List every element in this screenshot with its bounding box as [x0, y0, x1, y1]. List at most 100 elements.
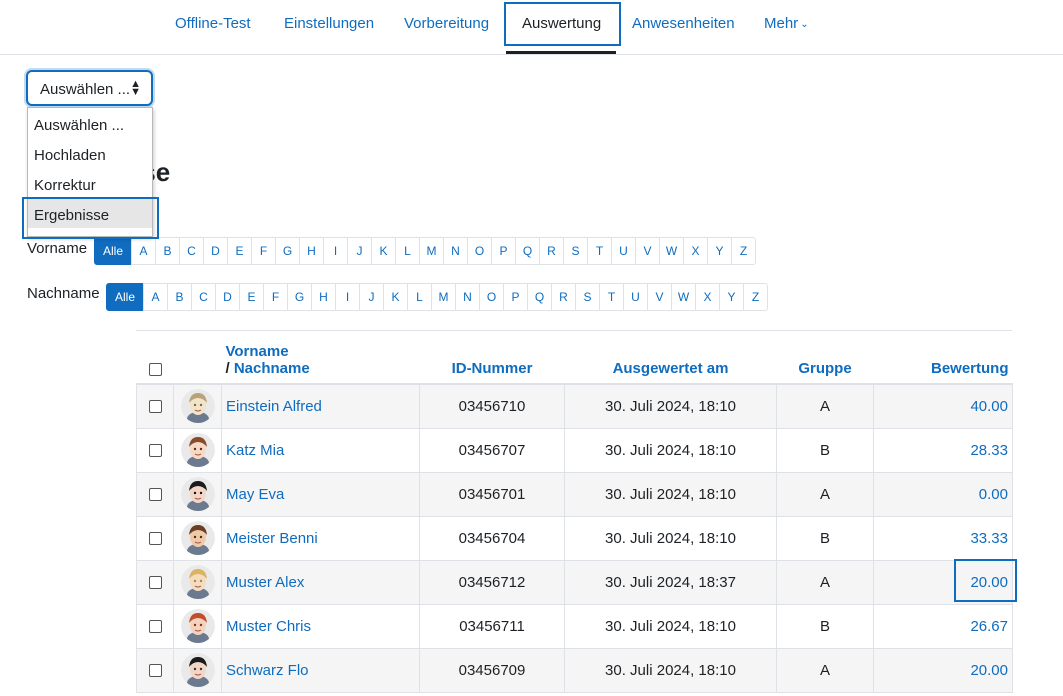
firstname-filter-a[interactable]: A — [131, 237, 156, 265]
firstname-filter-c[interactable]: C — [179, 237, 204, 265]
student-name-link[interactable]: Einstein Alfred — [221, 383, 420, 429]
lastname-filter-c[interactable]: C — [191, 283, 216, 311]
header-group[interactable]: Gruppe — [776, 331, 874, 385]
grade-link[interactable]: 20.00 — [873, 559, 1013, 605]
firstname-filter-b[interactable]: B — [155, 237, 180, 265]
lastname-filter-e[interactable]: E — [239, 283, 264, 311]
action-select[interactable]: Auswählen ... ▲ ▼ — [26, 70, 153, 106]
firstname-filter-y[interactable]: Y — [707, 237, 732, 265]
option-korrektur[interactable]: Korrektur — [28, 168, 152, 198]
lastname-filter-f[interactable]: F — [263, 283, 288, 311]
lastname-filter-o[interactable]: O — [479, 283, 504, 311]
row-checkbox[interactable] — [148, 664, 162, 678]
student-name-link[interactable]: May Eva — [221, 471, 420, 517]
firstname-filter-w[interactable]: W — [659, 237, 684, 265]
lastname-filter-x[interactable]: X — [695, 283, 720, 311]
sort-idnumber-link[interactable]: ID-Nummer — [452, 360, 533, 377]
avatar[interactable] — [180, 389, 215, 424]
select-all-checkbox[interactable] — [148, 362, 162, 376]
student-name-link[interactable]: Muster Chris — [221, 603, 420, 649]
sort-group-link[interactable]: Gruppe — [798, 360, 851, 377]
lastname-filter-j[interactable]: J — [359, 283, 384, 311]
avatar[interactable] — [180, 565, 215, 599]
firstname-filter-q[interactable]: Q — [515, 237, 540, 265]
lastname-filter-m[interactable]: M — [431, 283, 456, 311]
student-name-link[interactable]: Schwarz Flo — [221, 647, 420, 693]
lastname-filter-y[interactable]: Y — [719, 283, 744, 311]
option-auswaehlen[interactable]: Auswählen ... — [28, 108, 152, 138]
firstname-filter-o[interactable]: O — [467, 237, 492, 265]
firstname-filter-k[interactable]: K — [371, 237, 396, 265]
sort-lastname-link[interactable]: Nachname — [234, 360, 310, 377]
firstname-filter-l[interactable]: L — [395, 237, 420, 265]
firstname-filter-z[interactable]: Z — [731, 237, 756, 265]
grade-link[interactable]: 20.00 — [873, 647, 1013, 693]
row-checkbox[interactable] — [148, 620, 162, 634]
grade-link[interactable]: 26.67 — [873, 603, 1013, 649]
lastname-filter-t[interactable]: T — [599, 283, 624, 311]
lastname-filter-a[interactable]: A — [143, 283, 168, 311]
tab-einstellungen[interactable]: Einstellungen — [284, 15, 374, 32]
firstname-filter-j[interactable]: J — [347, 237, 372, 265]
grade-link[interactable]: 28.33 — [873, 427, 1013, 473]
firstname-filter-s[interactable]: S — [563, 237, 588, 265]
option-ergebnisse[interactable]: Ergebnisse — [28, 198, 152, 228]
lastname-filter-q[interactable]: Q — [527, 283, 552, 311]
lastname-filter-u[interactable]: U — [623, 283, 648, 311]
header-evaluated[interactable]: Ausgewertet am — [564, 331, 777, 385]
header-grade[interactable]: Bewertung — [873, 331, 1013, 385]
lastname-filter-d[interactable]: D — [215, 283, 240, 311]
lastname-filter-h[interactable]: H — [311, 283, 336, 311]
avatar[interactable] — [180, 653, 215, 687]
option-hochladen[interactable]: Hochladen — [28, 138, 152, 168]
row-checkbox[interactable] — [148, 532, 162, 546]
grade-link[interactable]: 33.33 — [873, 515, 1013, 561]
tab-anwesenheiten[interactable]: Anwesenheiten — [632, 15, 735, 32]
lastname-filter-b[interactable]: B — [167, 283, 192, 311]
tab-mehr[interactable]: Mehr ⌄ — [764, 15, 809, 32]
tab-vorbereitung[interactable]: Vorbereitung — [404, 15, 489, 32]
firstname-filter-t[interactable]: T — [587, 237, 612, 265]
avatar[interactable] — [180, 521, 215, 555]
grade-link[interactable]: 0.00 — [873, 471, 1013, 517]
firstname-filter-r[interactable]: R — [539, 237, 564, 265]
lastname-filter-v[interactable]: V — [647, 283, 672, 311]
student-name-link[interactable]: Meister Benni — [221, 515, 420, 561]
lastname-filter-w[interactable]: W — [671, 283, 696, 311]
avatar[interactable] — [180, 477, 215, 511]
firstname-filter-f[interactable]: F — [251, 237, 276, 265]
lastname-filter-l[interactable]: L — [407, 283, 432, 311]
firstname-filter-d[interactable]: D — [203, 237, 228, 265]
sort-firstname-link[interactable]: Vorname — [226, 343, 289, 360]
lastname-filter-r[interactable]: R — [551, 283, 576, 311]
tab-offline-test[interactable]: Offline-Test — [175, 15, 251, 32]
firstname-filter-v[interactable]: V — [635, 237, 660, 265]
firstname-filter-p[interactable]: P — [491, 237, 516, 265]
row-checkbox[interactable] — [148, 488, 162, 502]
row-checkbox[interactable] — [148, 576, 162, 590]
student-name-link[interactable]: Muster Alex — [221, 559, 420, 605]
lastname-filter-n[interactable]: N — [455, 283, 480, 311]
row-checkbox[interactable] — [148, 444, 162, 458]
header-idnumber[interactable]: ID-Nummer — [419, 331, 565, 385]
firstname-filter-h[interactable]: H — [299, 237, 324, 265]
avatar[interactable] — [180, 609, 215, 643]
lastname-filter-k[interactable]: K — [383, 283, 408, 311]
lastname-filter-z[interactable]: Z — [743, 283, 768, 311]
firstname-filter-g[interactable]: G — [275, 237, 300, 265]
sort-grade-link[interactable]: Bewertung — [931, 360, 1009, 377]
lastname-filter-g[interactable]: G — [287, 283, 312, 311]
student-name-link[interactable]: Katz Mia — [221, 427, 420, 473]
avatar[interactable] — [180, 433, 215, 467]
tab-auswertung[interactable]: Auswertung — [522, 15, 601, 32]
sort-evaluated-link[interactable]: Ausgewertet am — [613, 360, 729, 377]
firstname-filter-i[interactable]: I — [323, 237, 348, 265]
lastname-filter-all[interactable]: Alle — [106, 283, 144, 311]
firstname-filter-m[interactable]: M — [419, 237, 444, 265]
lastname-filter-i[interactable]: I — [335, 283, 360, 311]
firstname-filter-x[interactable]: X — [683, 237, 708, 265]
row-checkbox[interactable] — [148, 400, 162, 414]
lastname-filter-s[interactable]: S — [575, 283, 600, 311]
firstname-filter-e[interactable]: E — [227, 237, 252, 265]
grade-link[interactable]: 40.00 — [873, 383, 1013, 429]
